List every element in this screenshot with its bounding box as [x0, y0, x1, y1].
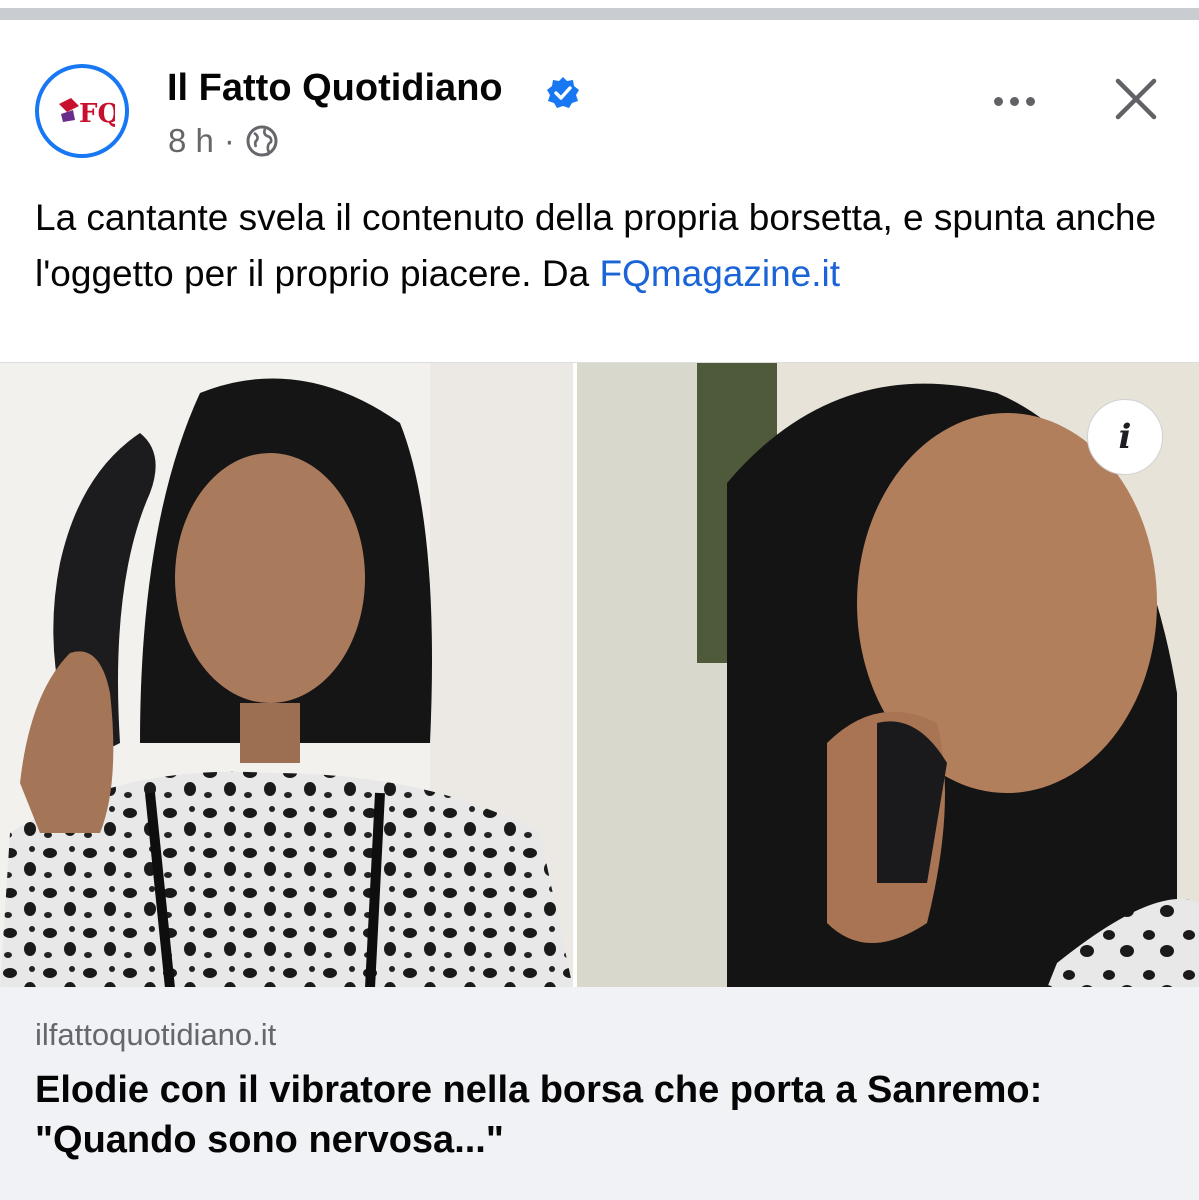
- more-dot: [1025, 96, 1035, 106]
- photo-left: [0, 363, 573, 988]
- globe-icon: [246, 125, 278, 157]
- more-dot: [993, 96, 1003, 106]
- post-meta: 8 h ·: [168, 122, 279, 160]
- more-dot: [1009, 96, 1019, 106]
- facebook-post: FQ Il Fatto Quotidiano 8 h · La cantante…: [0, 22, 1199, 1200]
- top-divider: [0, 0, 1199, 22]
- more-options-button[interactable]: [990, 86, 1038, 116]
- post-header: FQ Il Fatto Quotidiano 8 h ·: [0, 22, 1199, 172]
- info-icon: i: [1118, 417, 1132, 457]
- post-image-grid[interactable]: [0, 362, 1199, 988]
- page-avatar[interactable]: FQ: [35, 64, 129, 158]
- page-name[interactable]: Il Fatto Quotidiano: [167, 67, 503, 110]
- post-time[interactable]: 8 h: [168, 122, 214, 160]
- caption-link[interactable]: FQmagazine.it: [599, 253, 840, 294]
- close-button[interactable]: [1111, 74, 1161, 124]
- post-photo-left[interactable]: [0, 363, 573, 988]
- link-preview[interactable]: ilfattoquotidiano.it Elodie con il vibra…: [0, 987, 1199, 1200]
- link-headline[interactable]: Elodie con il vibratore nella borsa che …: [35, 1065, 1165, 1165]
- verified-badge-icon: [547, 77, 579, 108]
- logo-text: FQ: [79, 99, 115, 129]
- link-domain: ilfattoquotidiano.it: [35, 1017, 277, 1052]
- info-button[interactable]: i: [1087, 399, 1163, 475]
- fq-logo-icon: FQ: [55, 92, 115, 130]
- caption-text: La cantante svela il contenuto della pro…: [35, 197, 1157, 294]
- meta-separator: ·: [223, 122, 235, 159]
- post-caption: La cantante svela il contenuto della pro…: [35, 190, 1165, 302]
